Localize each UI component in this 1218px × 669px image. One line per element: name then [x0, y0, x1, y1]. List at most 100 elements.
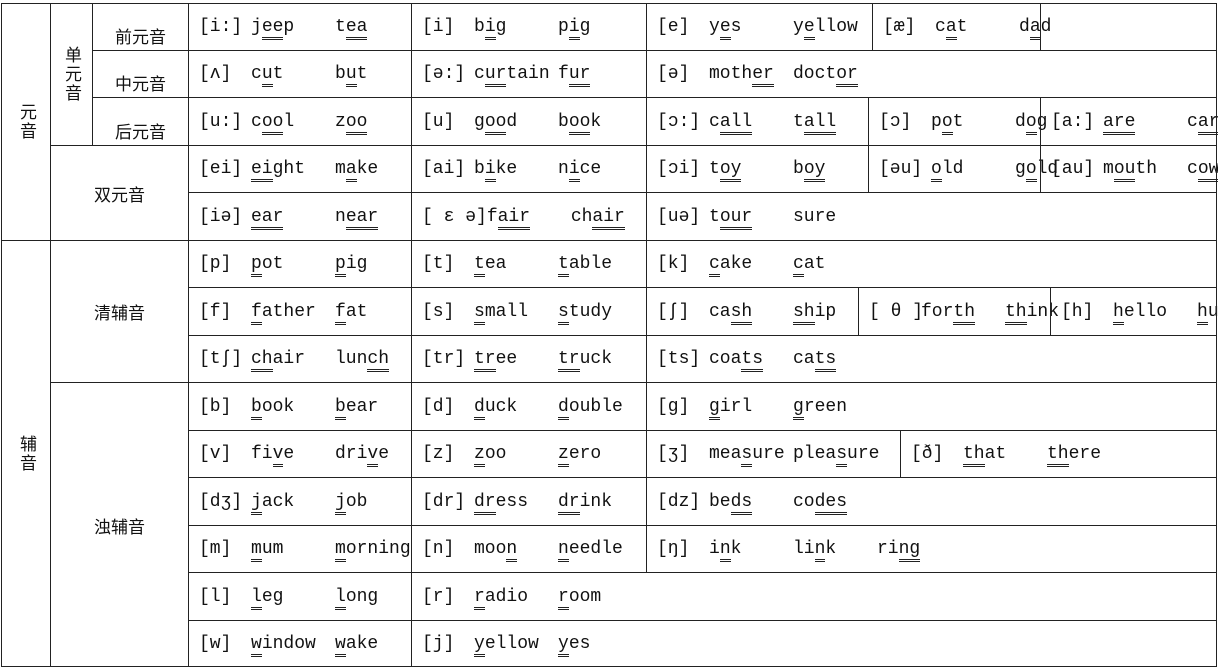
phoneme-cell: [ɔ] pot dog — [868, 97, 1047, 145]
example-word: fair — [487, 206, 571, 230]
word-part: ere — [1068, 444, 1102, 464]
phoneme-cell: [ə] mother doctor — [646, 50, 1217, 97]
phoneme-symbol: [ʒ] — [657, 444, 690, 464]
word-part: y — [709, 17, 720, 37]
example-word: cake — [709, 254, 793, 277]
example-word: study — [558, 301, 613, 325]
underlined-letters: all — [719, 111, 753, 135]
underlined-letters: ch — [367, 349, 390, 372]
phoneme-cell: [ð] that there — [900, 430, 1217, 477]
example-word: chair — [570, 206, 625, 230]
phoneme-symbol: [ɔ:] — [657, 111, 701, 132]
example-word: cow — [1187, 159, 1218, 182]
word-part: ke — [356, 159, 379, 179]
word-part: coa — [709, 349, 742, 369]
example-word: pleasure — [793, 444, 879, 467]
example-word: nice — [558, 159, 602, 182]
underlined-letters: e — [719, 17, 731, 40]
underlined-letters: th — [1005, 301, 1027, 325]
word-part: ake — [719, 254, 753, 274]
word-part: tain — [506, 64, 550, 84]
word-part: be — [709, 491, 731, 512]
word-part: reen — [803, 396, 848, 417]
word-part: mall — [484, 301, 529, 322]
underlined-letters: air — [592, 206, 625, 230]
phoneme-cell: [r] radio room — [411, 572, 1217, 620]
word-part: n — [558, 159, 569, 179]
phoneme-cell: [uə] tour sure — [646, 192, 1217, 240]
phoneme-cell: [dz] beds codes — [646, 477, 1217, 525]
word-part: ch — [570, 206, 593, 227]
underlined-letters: ow — [1197, 159, 1218, 182]
example-word: call — [709, 111, 793, 135]
example-word: think — [1005, 301, 1059, 325]
word-part: ot — [261, 254, 284, 274]
underlined-letters: tr — [474, 349, 496, 372]
phoneme-cell: [dʒ] jack job — [188, 477, 411, 525]
example-word: book — [251, 396, 335, 420]
word-part: ce — [579, 159, 602, 179]
underlined-letters: r — [558, 586, 569, 610]
phoneme-symbol: [w] — [199, 634, 232, 654]
underlined-letters: o — [1025, 111, 1037, 135]
underlined-letters: b — [335, 396, 346, 420]
example-word: cut — [251, 64, 335, 87]
phoneme-symbol: [j] — [422, 634, 455, 654]
label-voiced: 浊辅音 — [50, 382, 188, 667]
underlined-letters: e — [803, 17, 815, 40]
word-part: z — [335, 111, 346, 132]
word-part: moth — [709, 64, 753, 84]
underlined-letters: ds — [730, 491, 753, 515]
word-part: um — [261, 539, 284, 559]
underlined-letters: l — [251, 586, 262, 610]
word-part: able — [568, 254, 613, 274]
underlined-letters: o — [1025, 159, 1037, 182]
word-part: ca — [793, 349, 815, 369]
underlined-letters: s — [474, 301, 485, 325]
phoneme-cell: [u:] cool zoo — [188, 97, 411, 145]
phoneme-cell: [ ε ə] fair chair — [411, 192, 646, 240]
underlined-letters: are — [1103, 111, 1136, 135]
word-part: irl — [719, 396, 753, 417]
example-word: pot — [931, 111, 1015, 135]
example-word: zoo — [474, 444, 558, 467]
word-part: b — [335, 64, 346, 84]
phoneme-cell: [j] yellow yes — [411, 620, 1217, 667]
phoneme-symbol: [au] — [1051, 159, 1095, 179]
word-part: plea — [793, 444, 837, 464]
example-word: pig — [558, 17, 590, 40]
phoneme-cell: [ai] bike nice — [411, 145, 646, 192]
underlined-letters: oo — [345, 111, 368, 135]
underlined-letters: ng — [898, 539, 921, 562]
example-word: tea — [474, 254, 558, 277]
example-word: book — [558, 111, 601, 135]
word-part: ess — [495, 491, 529, 512]
underlined-letters: ar — [1197, 111, 1218, 135]
underlined-letters: des — [814, 491, 848, 515]
example-word: near — [335, 206, 379, 230]
underlined-letters: a — [1029, 17, 1041, 40]
word-part: mea — [709, 444, 742, 464]
phoneme-cell: [e] yes yellow — [646, 3, 872, 50]
word-part: at — [803, 254, 826, 274]
word-part: ink — [579, 491, 613, 512]
word-part: f — [558, 64, 569, 84]
phoneme-symbol: [ɔi] — [657, 159, 701, 179]
phoneme-cell: [l] leg long — [188, 572, 411, 620]
underlined-letters: our — [719, 206, 753, 230]
underlined-letters: s — [836, 444, 848, 467]
phoneme-symbol: [dr] — [422, 491, 466, 512]
word-part: tudy — [568, 301, 613, 322]
word-part: at — [984, 444, 1007, 464]
underlined-letters: i — [568, 17, 580, 40]
underlined-letters: y — [474, 634, 485, 657]
phoneme-cell: [ʃ] cash ship — [646, 287, 858, 335]
word-part: ear — [345, 396, 379, 417]
phoneme-cell: [t] tea table — [411, 240, 646, 287]
word-part: ello — [1123, 301, 1168, 322]
example-word: zoo — [335, 111, 368, 135]
underlined-letters: s — [741, 444, 753, 467]
label-consonant: 辅音 — [1, 240, 51, 667]
word-part: uck — [484, 396, 518, 417]
phoneme-cell: [ə:] curtain fur — [411, 50, 646, 97]
